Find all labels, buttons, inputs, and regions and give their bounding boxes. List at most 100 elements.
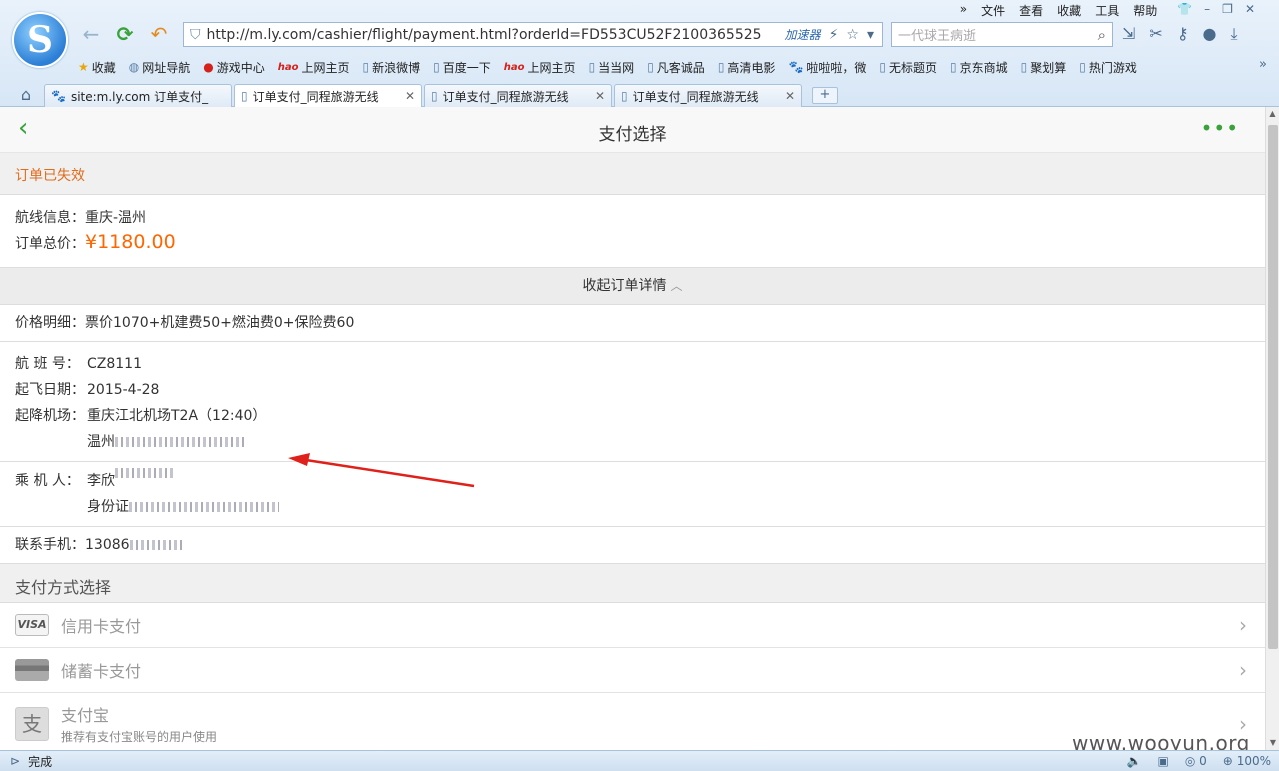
chevron-double-icon[interactable]: » (960, 2, 967, 19)
search-icon[interactable]: ⌕ (1098, 26, 1106, 44)
airport-label: 起降机场： (15, 408, 85, 424)
page-icon: ▯ (879, 60, 887, 74)
page-icon: ▯ (621, 89, 628, 103)
more-dots-icon[interactable]: ••• (1201, 116, 1239, 140)
close-tab-icon[interactable]: ✕ (785, 89, 795, 103)
redacted-text (115, 437, 245, 447)
pay-method-label: 信用卡支付 (61, 617, 142, 636)
date-value: 2015-4-28 (87, 382, 160, 398)
page-icon: ▯ (717, 60, 725, 74)
shield-icon: ⛉ (190, 26, 201, 43)
scroll-up-icon[interactable]: ▲ (1266, 107, 1279, 121)
pay-method-sub: 推荐有支付宝账号的用户使用 (61, 730, 218, 744)
tab-title: 订单支付_同程旅游无线 (632, 89, 759, 104)
alipay-icon: 支 (15, 706, 49, 741)
menu-file[interactable]: 文件 (981, 2, 1005, 19)
download-icon[interactable]: ⤓ (1231, 24, 1238, 44)
arrow-head (288, 453, 310, 466)
menu-favorites[interactable]: 收藏 (1057, 2, 1081, 19)
briefcase-icon[interactable]: ▣ (1158, 754, 1169, 768)
collapse-details-button[interactable]: 收起订单详情 ︿ (0, 268, 1265, 305)
search-box[interactable]: 一代球王病逝 ⌕ (891, 22, 1113, 47)
status-icons: 🔈 ▣ ◎ 0 ⊕ 100% (1127, 754, 1271, 768)
shield-small-icon: ◎ (1184, 754, 1196, 768)
zoom-control[interactable]: ⊕ 100% (1223, 754, 1271, 768)
status-text: 完成 (28, 754, 53, 769)
menu-help[interactable]: 帮助 (1133, 2, 1157, 19)
bookmark-item[interactable]: 🐾 啦啦啦，微 (788, 59, 866, 76)
toolbar-icons: ⇲ ✂ ⚷ ● ⤓ (1122, 24, 1238, 44)
scroll-thumb[interactable] (1268, 125, 1278, 649)
refresh-icon[interactable]: ⟳ (112, 22, 138, 46)
globe-icon: ◍ (128, 60, 140, 74)
bookmark-item[interactable]: ▯ 京东商城 (950, 59, 1008, 76)
tab-3[interactable]: ▯ 订单支付_同程旅游无线 ✕ (424, 84, 612, 107)
home-icon[interactable]: ⌂ (8, 85, 44, 107)
address-url[interactable]: http://m.ly.com/cashier/flight/payment.h… (207, 27, 785, 43)
lightning-icon[interactable]: ⚡ (829, 27, 839, 43)
bookmark-item[interactable]: ★ 收藏 (78, 59, 116, 76)
bookmarks-more-icon[interactable]: » (1259, 57, 1267, 72)
scroll-down-icon[interactable]: ▼ (1266, 736, 1279, 750)
bookmark-item[interactable]: ▯ 高清电影 (718, 59, 776, 76)
bookmark-item[interactable]: ▯ 新浪微博 (363, 59, 421, 76)
bookmark-item[interactable]: ◍ 网址导航 (129, 59, 191, 76)
accelerator-label[interactable]: 加速器 (785, 26, 821, 43)
date-label: 起飞日期： (15, 382, 85, 398)
bookmark-item[interactable]: hao 上网主页 (504, 59, 576, 76)
payment-section-title: 支付方式选择 (0, 564, 1265, 603)
undo-icon[interactable]: ↶ (146, 22, 172, 46)
passenger-info: 乘 机 人： 李欣 身份证 (0, 462, 1265, 527)
bookmark-item[interactable]: ● 游戏中心 (203, 59, 265, 76)
key-icon[interactable]: ⚷ (1177, 24, 1189, 44)
star-outline-icon[interactable]: ☆ (846, 27, 859, 43)
passenger-label: 乘 机 人： (15, 473, 80, 489)
bookmark-item[interactable]: ▯ 凡客诚品 (647, 59, 705, 76)
back-arrow-icon[interactable]: ← (78, 22, 104, 46)
close-tab-icon[interactable]: ✕ (405, 89, 415, 103)
page-icon: ▯ (588, 60, 596, 74)
new-tab-button[interactable]: + (812, 87, 838, 104)
share-icon[interactable]: ⇲ (1122, 24, 1135, 44)
arrive-airport: 温州 (87, 434, 115, 450)
route-label: 航线信息： (15, 210, 85, 226)
minimize-icon[interactable]: – (1204, 2, 1210, 19)
pay-method-label: 储蓄卡支付 (61, 662, 142, 681)
close-icon[interactable]: ✕ (1245, 2, 1255, 19)
bookmark-item[interactable]: ▯ 热门游戏 (1079, 59, 1137, 76)
address-bar[interactable]: ⛉ http://m.ly.com/cashier/flight/payment… (183, 22, 883, 47)
arrow-line (305, 458, 475, 488)
bookmark-item[interactable]: hao 上网主页 (278, 59, 350, 76)
skin-icon[interactable]: 👕 (1177, 2, 1192, 19)
volume-icon[interactable]: 🔈 (1127, 754, 1142, 768)
chat-icon[interactable]: ● (1203, 24, 1217, 44)
star-icon: ★ (78, 60, 89, 74)
menu-tools[interactable]: 工具 (1095, 2, 1119, 19)
counter-badge[interactable]: ◎ 0 (1185, 754, 1207, 768)
status-bar: ⊳ 完成 🔈 ▣ ◎ 0 ⊕ 100% (0, 750, 1279, 771)
dropdown-icon[interactable]: ▾ (867, 27, 874, 43)
scissors-icon[interactable]: ✂ (1149, 24, 1162, 44)
tab-4[interactable]: ▯ 订单支付_同程旅游无线 ✕ (614, 84, 802, 107)
restore-icon[interactable]: ❐ (1222, 2, 1233, 19)
window-controls: 👕 – ❐ ✕ (1177, 2, 1255, 19)
hao-icon: hao (277, 61, 299, 73)
bookmark-item[interactable]: ▯ 百度一下 (433, 59, 491, 76)
pay-debit-card[interactable]: 储蓄卡支付 › (0, 648, 1265, 693)
menu-view[interactable]: 查看 (1019, 2, 1043, 19)
sogou-icon: ● (203, 60, 214, 74)
tab-2[interactable]: ▯ 订单支付_同程旅游无线 ✕ (234, 84, 422, 107)
sidebar-toggle-icon[interactable]: ⊳ (10, 754, 20, 768)
search-input[interactable]: 一代球王病逝 (898, 25, 1098, 44)
tab-1[interactable]: 🐾 site:m.ly.com 订单支付_ (44, 84, 232, 107)
pay-method-label: 支付宝 (61, 706, 110, 725)
bookmark-item[interactable]: ▯ 当当网 (589, 59, 635, 76)
vertical-scrollbar[interactable]: ▲ ▼ (1265, 107, 1279, 750)
close-tab-icon[interactable]: ✕ (595, 89, 605, 103)
baidu-icon: 🐾 (788, 60, 804, 74)
bookmark-item[interactable]: ▯ 无标题页 (879, 59, 937, 76)
pay-credit-card[interactable]: VISA 信用卡支付 › (0, 603, 1265, 648)
page-icon: ▯ (433, 60, 440, 74)
bookmark-item[interactable]: ▯ 聚划算 (1021, 59, 1067, 76)
browser-chrome: S » 文件 查看 收藏 工具 帮助 👕 – ❐ ✕ ← ⟳ ↶ ⛉ http:… (0, 0, 1279, 107)
